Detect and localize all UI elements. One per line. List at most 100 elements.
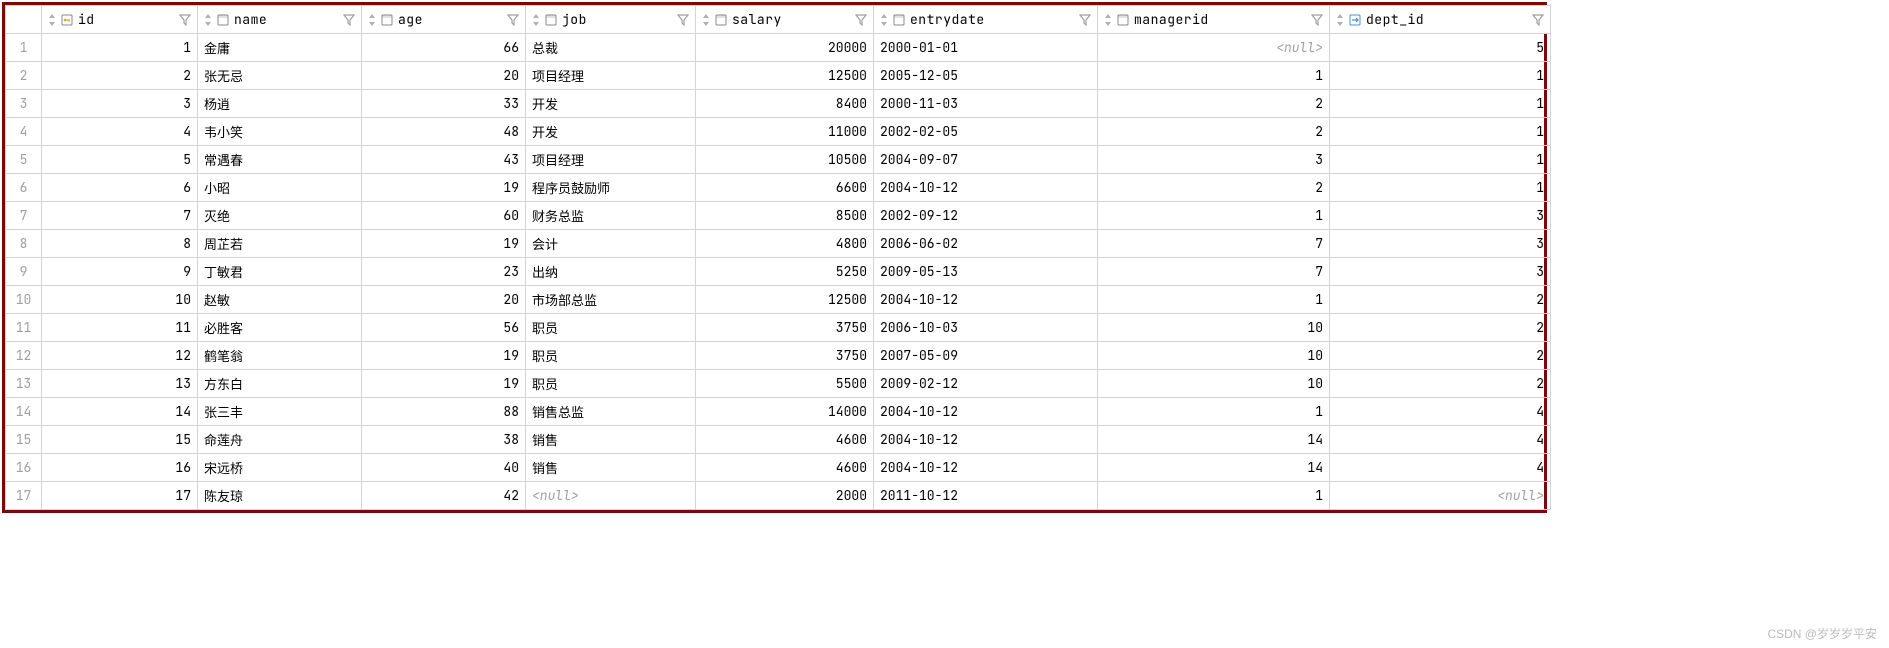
cell-age[interactable]: 38 bbox=[362, 426, 526, 454]
cell-id[interactable]: 10 bbox=[42, 286, 198, 314]
cell-job[interactable]: <null> bbox=[526, 482, 696, 510]
table-row[interactable]: 99丁敏君23出纳52502009-05-1373 bbox=[6, 258, 1551, 286]
sort-icon[interactable] bbox=[532, 14, 540, 26]
cell-managerid[interactable]: 10 bbox=[1098, 370, 1330, 398]
cell-salary[interactable]: 2000 bbox=[696, 482, 874, 510]
cell-entrydate[interactable]: 2009-02-12 bbox=[874, 370, 1098, 398]
cell-entrydate[interactable]: 2006-10-03 bbox=[874, 314, 1098, 342]
cell-id[interactable]: 17 bbox=[42, 482, 198, 510]
cell-age[interactable]: 60 bbox=[362, 202, 526, 230]
cell-entrydate[interactable]: 2000-01-01 bbox=[874, 34, 1098, 62]
cell-job[interactable]: 出纳 bbox=[526, 258, 696, 286]
cell-managerid[interactable]: 1 bbox=[1098, 202, 1330, 230]
cell-name[interactable]: 张三丰 bbox=[198, 398, 362, 426]
cell-salary[interactable]: 20000 bbox=[696, 34, 874, 62]
cell-age[interactable]: 42 bbox=[362, 482, 526, 510]
cell-name[interactable]: 必胜客 bbox=[198, 314, 362, 342]
cell-dept_id[interactable]: 1 bbox=[1330, 62, 1551, 90]
cell-age[interactable]: 66 bbox=[362, 34, 526, 62]
cell-job[interactable]: 销售总监 bbox=[526, 398, 696, 426]
filter-icon[interactable] bbox=[677, 14, 689, 26]
cell-name[interactable]: 韦小笑 bbox=[198, 118, 362, 146]
sort-icon[interactable] bbox=[702, 14, 710, 26]
table-row[interactable]: 1010赵敏20市场部总监125002004-10-1212 bbox=[6, 286, 1551, 314]
filter-icon[interactable] bbox=[1079, 14, 1091, 26]
column-header-dept_id[interactable]: dept_id bbox=[1330, 6, 1551, 34]
cell-entrydate[interactable]: 2011-10-12 bbox=[874, 482, 1098, 510]
cell-age[interactable]: 88 bbox=[362, 398, 526, 426]
cell-salary[interactable]: 4600 bbox=[696, 454, 874, 482]
filter-icon[interactable] bbox=[1311, 14, 1323, 26]
cell-age[interactable]: 19 bbox=[362, 342, 526, 370]
table-row[interactable]: 1717陈友琼42<null>20002011-10-121<null> bbox=[6, 482, 1551, 510]
column-header-name[interactable]: name bbox=[198, 6, 362, 34]
cell-id[interactable]: 13 bbox=[42, 370, 198, 398]
cell-dept_id[interactable]: 2 bbox=[1330, 314, 1551, 342]
cell-job[interactable]: 市场部总监 bbox=[526, 286, 696, 314]
table-row[interactable]: 77灭绝60财务总监85002002-09-1213 bbox=[6, 202, 1551, 230]
cell-managerid[interactable]: 7 bbox=[1098, 230, 1330, 258]
cell-managerid[interactable]: 1 bbox=[1098, 62, 1330, 90]
table-row[interactable]: 88周芷若19会计48002006-06-0273 bbox=[6, 230, 1551, 258]
cell-dept_id[interactable]: 5 bbox=[1330, 34, 1551, 62]
cell-name[interactable]: 命莲舟 bbox=[198, 426, 362, 454]
cell-name[interactable]: 陈友琼 bbox=[198, 482, 362, 510]
cell-managerid[interactable]: 10 bbox=[1098, 342, 1330, 370]
cell-entrydate[interactable]: 2004-10-12 bbox=[874, 174, 1098, 202]
table-row[interactable]: 1313方东白19职员55002009-02-12102 bbox=[6, 370, 1551, 398]
cell-entrydate[interactable]: 2004-09-07 bbox=[874, 146, 1098, 174]
cell-entrydate[interactable]: 2002-02-05 bbox=[874, 118, 1098, 146]
cell-entrydate[interactable]: 2005-12-05 bbox=[874, 62, 1098, 90]
cell-job[interactable]: 开发 bbox=[526, 118, 696, 146]
cell-name[interactable]: 灭绝 bbox=[198, 202, 362, 230]
column-header-id[interactable]: id bbox=[42, 6, 198, 34]
cell-salary[interactable]: 14000 bbox=[696, 398, 874, 426]
cell-id[interactable]: 12 bbox=[42, 342, 198, 370]
cell-entrydate[interactable]: 2006-06-02 bbox=[874, 230, 1098, 258]
table-row[interactable]: 11金庸66总裁200002000-01-01<null>5 bbox=[6, 34, 1551, 62]
cell-age[interactable]: 20 bbox=[362, 286, 526, 314]
cell-name[interactable]: 杨逍 bbox=[198, 90, 362, 118]
cell-name[interactable]: 常遇春 bbox=[198, 146, 362, 174]
cell-managerid[interactable]: 14 bbox=[1098, 426, 1330, 454]
cell-entrydate[interactable]: 2007-05-09 bbox=[874, 342, 1098, 370]
cell-id[interactable]: 16 bbox=[42, 454, 198, 482]
cell-entrydate[interactable]: 2004-10-12 bbox=[874, 286, 1098, 314]
cell-entrydate[interactable]: 2000-11-03 bbox=[874, 90, 1098, 118]
cell-salary[interactable]: 10500 bbox=[696, 146, 874, 174]
cell-id[interactable]: 3 bbox=[42, 90, 198, 118]
column-header-job[interactable]: job bbox=[526, 6, 696, 34]
cell-dept_id[interactable]: 4 bbox=[1330, 454, 1551, 482]
table-row[interactable]: 66小昭19程序员鼓励师66002004-10-1221 bbox=[6, 174, 1551, 202]
filter-icon[interactable] bbox=[179, 14, 191, 26]
cell-age[interactable]: 48 bbox=[362, 118, 526, 146]
cell-dept_id[interactable]: 2 bbox=[1330, 370, 1551, 398]
cell-managerid[interactable]: 3 bbox=[1098, 146, 1330, 174]
cell-managerid[interactable]: 1 bbox=[1098, 482, 1330, 510]
cell-age[interactable]: 19 bbox=[362, 230, 526, 258]
cell-name[interactable]: 小昭 bbox=[198, 174, 362, 202]
cell-id[interactable]: 11 bbox=[42, 314, 198, 342]
table-row[interactable]: 55常遇春43项目经理105002004-09-0731 bbox=[6, 146, 1551, 174]
cell-salary[interactable]: 5500 bbox=[696, 370, 874, 398]
table-row[interactable]: 33杨逍33开发84002000-11-0321 bbox=[6, 90, 1551, 118]
cell-dept_id[interactable]: 2 bbox=[1330, 286, 1551, 314]
cell-entrydate[interactable]: 2002-09-12 bbox=[874, 202, 1098, 230]
cell-managerid[interactable]: 7 bbox=[1098, 258, 1330, 286]
cell-dept_id[interactable]: 3 bbox=[1330, 230, 1551, 258]
cell-id[interactable]: 1 bbox=[42, 34, 198, 62]
cell-name[interactable]: 周芷若 bbox=[198, 230, 362, 258]
cell-job[interactable]: 销售 bbox=[526, 454, 696, 482]
cell-managerid[interactable]: 1 bbox=[1098, 286, 1330, 314]
table-row[interactable]: 1212鹤笔翁19职员37502007-05-09102 bbox=[6, 342, 1551, 370]
cell-job[interactable]: 程序员鼓励师 bbox=[526, 174, 696, 202]
sort-icon[interactable] bbox=[880, 14, 888, 26]
cell-salary[interactable]: 12500 bbox=[696, 286, 874, 314]
cell-id[interactable]: 7 bbox=[42, 202, 198, 230]
cell-id[interactable]: 14 bbox=[42, 398, 198, 426]
filter-icon[interactable] bbox=[855, 14, 867, 26]
column-header-age[interactable]: age bbox=[362, 6, 526, 34]
cell-managerid[interactable]: <null> bbox=[1098, 34, 1330, 62]
cell-salary[interactable]: 3750 bbox=[696, 342, 874, 370]
cell-name[interactable]: 方东白 bbox=[198, 370, 362, 398]
